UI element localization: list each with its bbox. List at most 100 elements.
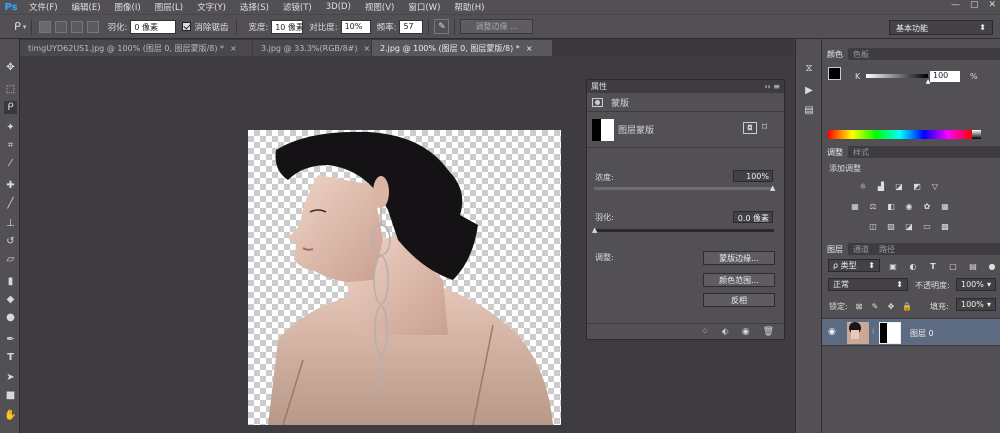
k-slider[interactable] [866,74,928,78]
minimize-button[interactable]: — [951,0,960,10]
type-tool-icon[interactable]: T [4,351,17,364]
adjust-filter-icon[interactable]: ◐ [908,261,918,271]
marquee-tool-icon[interactable]: ⬚ [4,83,17,96]
close-icon[interactable]: × [364,44,371,53]
hue-saturation-icon[interactable]: ▦ [850,201,860,211]
document-canvas[interactable] [248,130,561,425]
feather-input[interactable]: 0.0 像素 [733,211,773,223]
layer-row[interactable]: ◉ ⁝ 图层 0 [822,318,1000,346]
feather-input[interactable]: 0 像素 [130,19,177,34]
invert-button[interactable]: 反相 [703,293,775,307]
pixel-filter-icon[interactable]: ▣ [888,261,898,271]
move-tool-icon[interactable]: ✥ [4,61,17,74]
preset-chevron-icon[interactable]: ▾ [23,23,27,31]
vibrance-icon[interactable]: ▽ [930,181,940,191]
filter-toggle-icon[interactable]: ● [987,261,997,271]
color-balance-icon[interactable]: ⚖ [868,201,878,211]
threshold-icon[interactable]: ◪ [904,221,914,231]
eye-icon[interactable]: ◉ [828,327,836,337]
grayscale-bar[interactable] [972,130,981,139]
magic-wand-tool-icon[interactable]: ✦ [4,121,17,134]
shape-filter-icon[interactable]: ▢ [948,261,958,271]
close-icon[interactable]: × [230,44,237,53]
type-filter-icon[interactable]: T [928,261,938,271]
tab-document-2[interactable]: 3.jpg @ 33.3%(RGB/8#) × [253,40,371,56]
load-selection-icon[interactable]: ⁘ [701,327,709,337]
apply-mask-icon[interactable]: ⬖ [722,327,729,337]
crop-tool-icon[interactable]: ⌗ [4,139,17,152]
pen-tool-icon[interactable]: ✒ [4,333,17,346]
density-input[interactable]: 100% [733,170,773,182]
layer-filter-select[interactable]: ρ 类型 ⬍ [828,259,880,272]
subtract-selection-icon[interactable] [71,20,84,33]
tab-document-3[interactable]: 2.jpg @ 100% (图层 0, 图层蒙版/8) * × [372,40,552,56]
brush-tool-icon[interactable]: ╱ [4,197,17,210]
gradient-map-icon[interactable]: ▭ [922,221,932,231]
link-icon[interactable]: ⁝ [872,328,874,336]
tab-adjustments[interactable]: 调整 [822,146,848,158]
width-input[interactable]: 10 像素 [271,19,304,34]
magnetic-lasso-icon[interactable]: ᑭ [14,20,21,33]
maximize-button[interactable]: ▢ [970,0,979,10]
tab-color[interactable]: 颜色 [822,48,848,60]
lock-paint-icon[interactable]: ✎ [870,301,880,311]
refine-edge-button[interactable]: 调整边缘 ... [460,19,533,34]
vector-mask-icon[interactable]: ⌑ [762,122,767,133]
posterize-icon[interactable]: ▨ [886,221,896,231]
properties-icon[interactable]: ▤ [802,103,816,117]
new-selection-icon[interactable] [39,20,52,33]
antialias-checkbox[interactable] [182,22,192,31]
fill-input[interactable]: 100% ▾ [956,298,996,311]
menu-file[interactable]: 文件(F) [22,1,65,13]
dodge-tool-icon[interactable]: ● [4,311,17,324]
menu-help[interactable]: 帮助(H) [447,1,491,13]
photo-filter-icon[interactable]: ◉ [904,201,914,211]
levels-icon[interactable]: ▟ [876,181,886,191]
menu-window[interactable]: 窗口(W) [401,1,447,13]
pen-pressure-icon[interactable]: ✎ [434,19,450,34]
lasso-tool-icon[interactable]: ᑭ [4,101,17,114]
feather-slider[interactable] [594,229,774,232]
menu-image[interactable]: 图像(I) [108,1,148,13]
layer-thumbnail[interactable] [847,322,869,344]
curves-icon[interactable]: ◪ [894,181,904,191]
brightness-icon[interactable]: ☼ [858,181,868,191]
tab-channels[interactable]: 通道 [848,244,874,255]
history-icon[interactable]: ⧖ [802,61,816,75]
clone-stamp-tool-icon[interactable]: ⊥ [4,217,17,230]
slider-thumb-icon[interactable]: ▲ [592,226,597,234]
slider-thumb-icon[interactable]: ▲ [770,184,775,192]
tab-layers[interactable]: 图层 [822,243,848,255]
k-value-input[interactable]: 100 [930,71,960,82]
close-icon[interactable]: × [526,44,533,53]
menu-view[interactable]: 视图(V) [358,1,401,13]
properties-header[interactable]: 属性 ›› ≡ [587,80,784,93]
smart-filter-icon[interactable]: ▤ [968,261,978,271]
layer-mask-thumbnail[interactable] [592,118,614,141]
menu-layer[interactable]: 图层(L) [148,1,190,13]
frequency-input[interactable]: 57 [399,19,424,34]
menu-type[interactable]: 文字(Y) [190,1,233,13]
menu-filter[interactable]: 滤镜(T) [276,1,319,13]
color-spectrum[interactable] [828,130,972,139]
blur-tool-icon[interactable]: ◆ [4,293,17,306]
layer-mask-thumbnail[interactable] [879,322,901,344]
lock-all-icon[interactable]: 🔒 [902,301,912,311]
shape-tool-icon[interactable]: ■ [4,389,17,402]
opacity-input[interactable]: 100% ▾ [956,278,996,291]
path-selection-tool-icon[interactable]: ➤ [4,371,17,384]
exposure-icon[interactable]: ◩ [912,181,922,191]
tab-swatches[interactable]: 色板 [848,49,874,60]
black-white-icon[interactable]: ◧ [886,201,896,211]
foreground-color-swatch[interactable] [828,67,841,80]
density-slider[interactable] [594,187,774,190]
pixel-mask-icon[interactable]: ◘ [743,122,757,134]
menu-edit[interactable]: 编辑(E) [65,1,108,13]
gradient-tool-icon[interactable]: ▮ [4,275,17,288]
intersect-selection-icon[interactable] [87,20,100,33]
menu-select[interactable]: 选择(S) [233,1,276,13]
invert-icon[interactable]: ◫ [868,221,878,231]
eyedropper-tool-icon[interactable]: ⁄ [4,157,17,170]
blend-mode-select[interactable]: 正常 ⬍ [828,278,908,291]
selective-color-icon[interactable]: ▩ [940,221,950,231]
